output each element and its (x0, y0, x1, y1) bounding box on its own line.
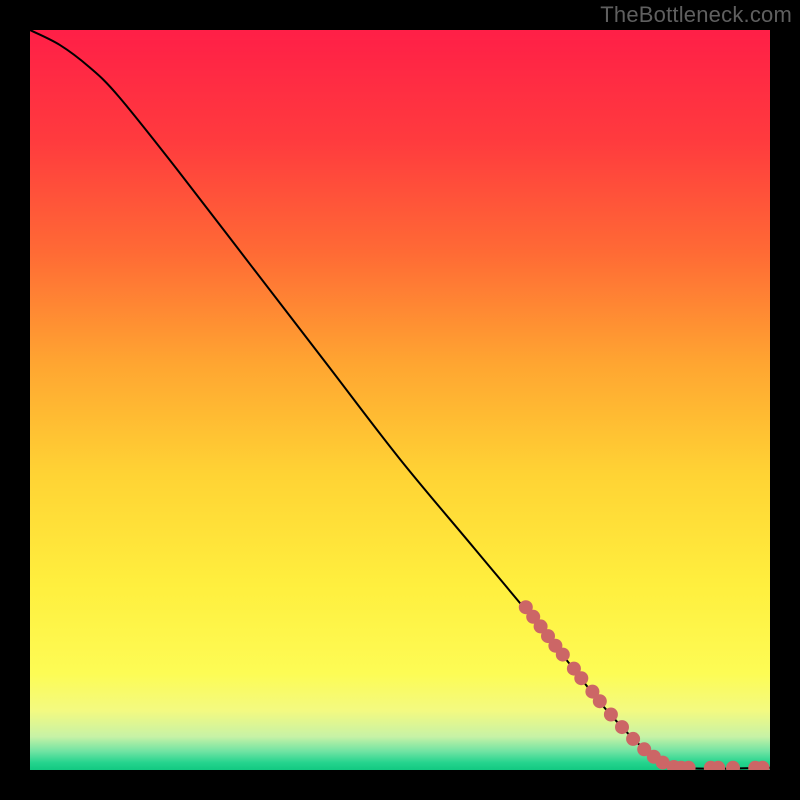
chart-svg (30, 30, 770, 770)
scatter-point (574, 671, 588, 685)
scatter-point (626, 732, 640, 746)
watermark-text: TheBottleneck.com (600, 2, 792, 28)
scatter-point (556, 648, 570, 662)
gradient-background (30, 30, 770, 770)
chart-frame: TheBottleneck.com (0, 0, 800, 800)
scatter-point (604, 708, 618, 722)
scatter-point (615, 720, 629, 734)
scatter-point (593, 694, 607, 708)
plot-area (30, 30, 770, 770)
